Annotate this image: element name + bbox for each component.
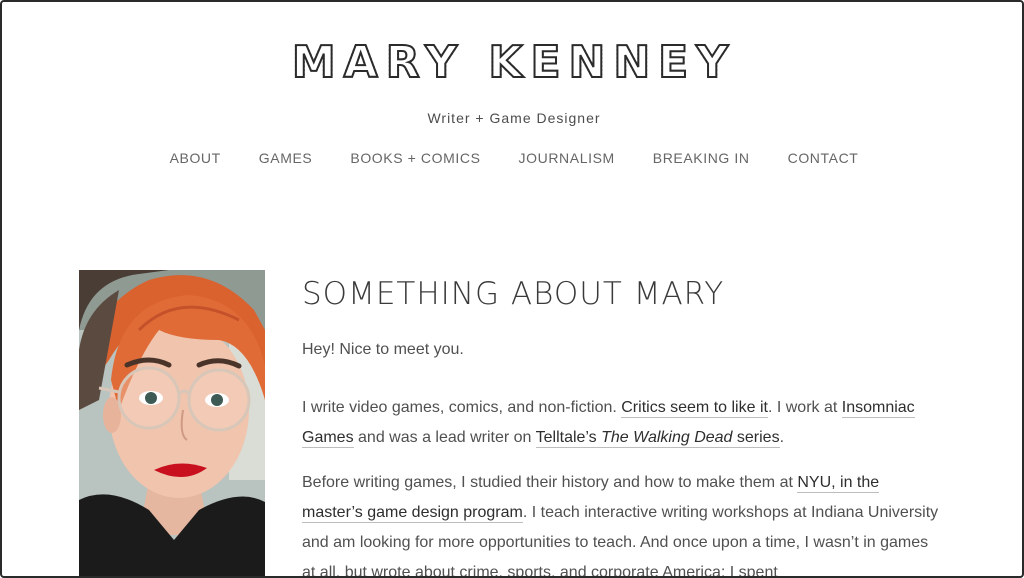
nav-item-games[interactable]: GAMES	[259, 150, 313, 166]
author-portrait	[79, 270, 265, 576]
walking-dead-link-title: The Walking Dead	[601, 429, 733, 446]
intro-text: I write video games, comics, and non-fic…	[302, 399, 622, 416]
walking-dead-link-suffix: series	[732, 429, 780, 446]
intro-paragraph: I write video games, comics, and non-fic…	[302, 393, 942, 453]
about-content: SOMETHING ABOUT MARY Hey! Nice to meet y…	[302, 272, 942, 576]
page-heading: SOMETHING ABOUT MARY	[302, 276, 725, 312]
intro-text: .	[779, 429, 785, 446]
nav-item-journalism[interactable]: JOURNALISM	[519, 150, 615, 166]
intro-text: and was a lead writer on	[353, 429, 536, 446]
nav-item-breaking-in[interactable]: BREAKING IN	[653, 150, 750, 166]
nav-item-contact[interactable]: CONTACT	[788, 150, 859, 166]
greeting-text: Hey! Nice to meet you.	[302, 341, 464, 358]
browser-viewport: MARY KENNEY Writer + Game Designer ABOUT…	[0, 0, 1024, 578]
nav-item-books-comics[interactable]: BOOKS + COMICS	[350, 150, 480, 166]
intro-text: . I work at	[767, 399, 842, 416]
walking-dead-link-prefix: Telltale’s	[535, 429, 602, 446]
site-tagline: Writer + Game Designer	[427, 110, 601, 126]
background-paragraph: Before writing games, I studied their hi…	[302, 468, 942, 576]
walking-dead-link[interactable]: Telltale’s The Walking Dead series	[535, 429, 780, 448]
main-nav: ABOUT GAMES BOOKS + COMICS JOURNALISM BR…	[2, 150, 1022, 166]
critics-link[interactable]: Critics seem to like it	[621, 399, 768, 418]
site-title[interactable]: MARY KENNEY	[2, 35, 1022, 91]
nav-item-about[interactable]: ABOUT	[170, 150, 221, 166]
background-text: Before writing games, I studied their hi…	[302, 474, 798, 491]
